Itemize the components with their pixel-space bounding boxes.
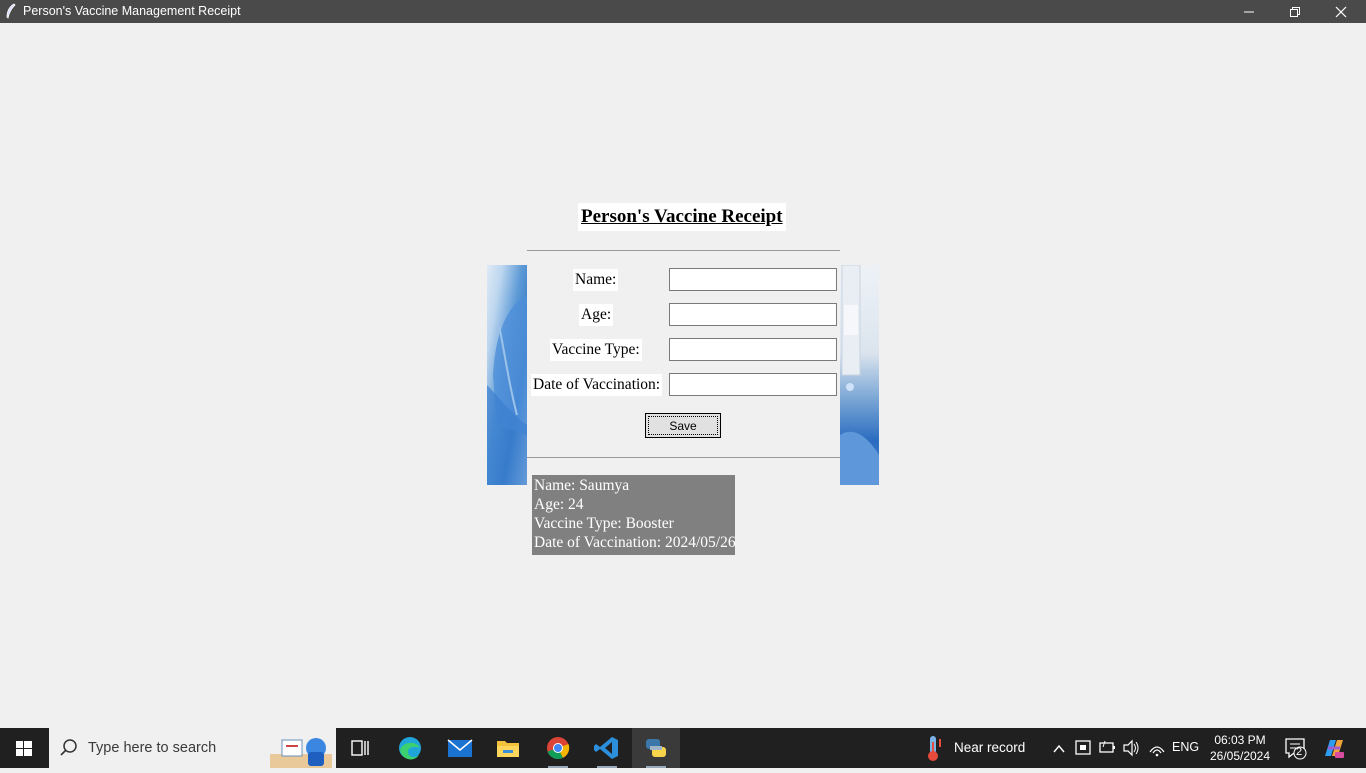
mail-icon (447, 739, 473, 757)
notification-count: 2 (1296, 746, 1303, 758)
search-placeholder: Type here to search (88, 740, 217, 756)
receipt-date-line: Date of Vaccination: 2024/05/26 (534, 534, 736, 551)
vaccine-vial-illustration (840, 265, 879, 485)
system-clock[interactable]: 06:03 PM 26/05/2024 (1200, 732, 1280, 764)
name-label: Name: (573, 269, 619, 291)
taskbar-python[interactable] (632, 728, 680, 768)
restore-icon (1290, 7, 1300, 17)
taskbar-mail[interactable] (436, 728, 484, 768)
folder-icon (497, 741, 519, 757)
taskbar-file-explorer[interactable] (484, 728, 532, 768)
save-button-label: Save (648, 416, 718, 435)
thermometer-icon (928, 736, 941, 761)
name-input[interactable] (669, 268, 837, 291)
minimize-button[interactable] (1226, 0, 1272, 23)
vaccine-photo-right (840, 265, 879, 485)
receipt-name-line: Name: Saumya (534, 477, 630, 494)
clock-time: 06:03 PM (1214, 733, 1266, 747)
top-divider (527, 250, 840, 251)
python-icon (646, 739, 666, 757)
vaccine-type-label: Vaccine Type: (550, 339, 642, 361)
age-input[interactable] (669, 303, 837, 326)
task-view-icon (351, 740, 369, 756)
age-label: Age: (579, 304, 614, 326)
minimize-icon (1244, 11, 1254, 13)
clock-date: 26/05/2024 (1209, 749, 1271, 763)
taskbar-search-box[interactable]: Type here to search (49, 728, 336, 768)
language-indicator[interactable]: ENG (1172, 740, 1199, 754)
start-button[interactable] (0, 728, 48, 768)
taskbar-chrome[interactable] (534, 728, 582, 768)
volume-icon[interactable] (1122, 728, 1140, 768)
window-client: Person's Vaccine Receipt Name: Age: Vacc… (0, 23, 1366, 728)
taskbar-edge[interactable] (386, 728, 434, 768)
vaccination-date-input[interactable] (669, 373, 837, 396)
window-titlebar[interactable]: Person's Vaccine Management Receipt (0, 0, 1366, 23)
restore-button[interactable] (1272, 0, 1318, 23)
receipt-output: Name: Saumya Age: 24 Vaccine Type: Boost… (532, 475, 736, 555)
page-title: Person's Vaccine Receipt (578, 203, 786, 231)
chrome-icon (547, 737, 570, 760)
vaccine-type-input[interactable] (669, 338, 837, 361)
glove-hand-illustration (487, 295, 527, 485)
close-icon (1335, 6, 1347, 18)
copilot-icon[interactable] (1320, 728, 1346, 768)
taskbar-vscode[interactable] (583, 728, 631, 768)
bottom-divider (527, 457, 840, 458)
wifi-icon[interactable] (1148, 728, 1166, 768)
search-icon (60, 739, 77, 756)
receipt-age-line: Age: 24 (534, 496, 584, 513)
feather-app-icon (6, 3, 16, 19)
edge-icon (399, 737, 421, 760)
receipt-vaccine-type-line: Vaccine Type: Booster (534, 515, 674, 532)
weather-widget[interactable]: Near record (954, 740, 1025, 755)
taskbar: Type here to search Near record ENG 06:0… (0, 728, 1366, 768)
save-button[interactable]: Save (645, 413, 721, 438)
chevron-up-icon[interactable] (1052, 728, 1066, 768)
notification-center-button[interactable]: 2 (1282, 728, 1312, 768)
window-title: Person's Vaccine Management Receipt (23, 4, 241, 18)
vscode-icon (594, 737, 618, 759)
close-button[interactable] (1318, 0, 1364, 23)
defender-icon[interactable] (1074, 728, 1092, 768)
battery-icon[interactable] (1098, 728, 1116, 768)
task-view-button[interactable] (336, 728, 384, 768)
vaccination-date-label: Date of Vaccination: (531, 374, 663, 396)
windows-logo-icon (16, 741, 32, 756)
vaccine-photo-left (487, 265, 527, 485)
search-highlight-illustration-icon (270, 738, 332, 768)
